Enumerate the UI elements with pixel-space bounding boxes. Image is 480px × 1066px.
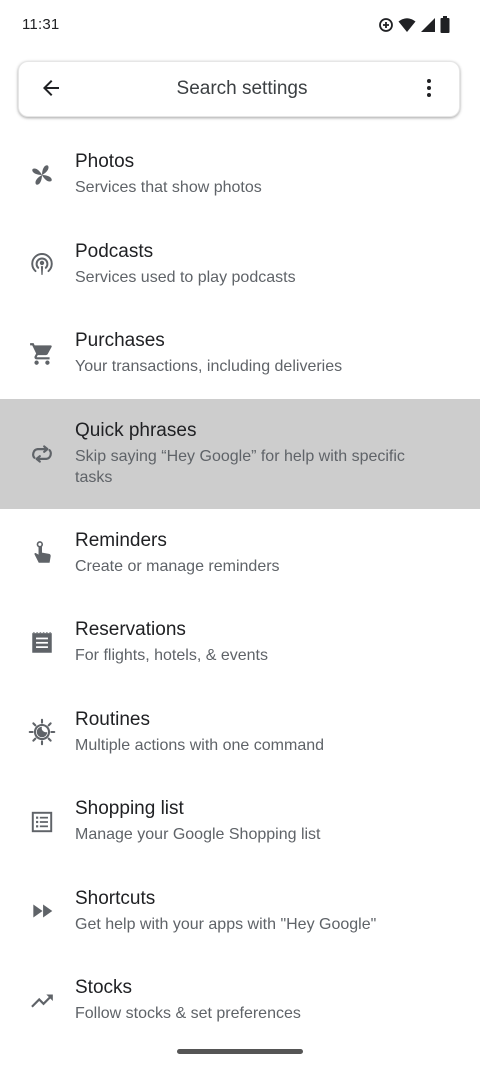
- pinwheel-icon: [28, 161, 56, 189]
- list-item-shopping-list[interactable]: Shopping list Manage your Google Shoppin…: [0, 777, 480, 867]
- list-item-photos[interactable]: Photos Services that show photos: [0, 130, 480, 220]
- item-title: Reservations: [75, 619, 186, 640]
- item-title: Shortcuts: [75, 887, 156, 909]
- list-item-podcasts[interactable]: Podcasts Services used to play podcasts: [0, 220, 480, 310]
- item-title: Reminders: [75, 529, 167, 551]
- item-title: Purchases: [75, 330, 165, 351]
- list-item-reminders[interactable]: Reminders Create or manage reminders: [0, 509, 480, 599]
- search-input[interactable]: [89, 62, 395, 116]
- item-title: Shopping list: [75, 798, 184, 819]
- item-subtitle: Manage your Google Shopping list: [75, 826, 321, 843]
- item-title: Podcasts: [75, 240, 154, 262]
- battery-icon: [440, 16, 450, 33]
- routines-icon: [28, 718, 56, 746]
- item-subtitle: Services used to play podcasts: [75, 268, 296, 286]
- cell-signal-icon: [420, 17, 436, 33]
- list-item-purchases[interactable]: Purchases Your transactions, including d…: [0, 309, 480, 399]
- more-options-button[interactable]: [415, 76, 443, 104]
- podcast-icon: [28, 250, 56, 278]
- quick-phrases-icon: [28, 440, 56, 468]
- list-item-shortcuts[interactable]: Shortcuts Get help with your apps with "…: [0, 867, 480, 957]
- list-item-quick-phrases[interactable]: Quick phrases Skip saying “Hey Google” f…: [0, 398, 480, 509]
- item-subtitle: Create or manage reminders: [75, 557, 280, 575]
- item-title: Routines: [75, 708, 150, 730]
- item-title: Photos: [75, 151, 135, 172]
- reminder-icon: [28, 539, 56, 567]
- gesture-nav-bar[interactable]: [177, 1049, 303, 1054]
- item-title: Quick phrases: [75, 419, 197, 441]
- list-item-reservations[interactable]: Reservations For flights, hotels, & even…: [0, 598, 480, 688]
- item-title: Stocks: [75, 977, 133, 998]
- status-icons: [378, 16, 450, 33]
- status-bar: 11:31: [0, 0, 480, 52]
- data-saver-icon: [378, 17, 394, 33]
- item-subtitle: Get help with your apps with "Hey Google…: [75, 915, 377, 933]
- back-button[interactable]: [37, 76, 65, 104]
- shopping-cart-icon: [28, 340, 56, 368]
- wifi-icon: [398, 17, 416, 33]
- list-item-routines[interactable]: Routines Multiple actions with one comma…: [0, 688, 480, 778]
- item-subtitle: Your transactions, including deliveries: [75, 358, 343, 375]
- trending-up-icon: [28, 987, 56, 1015]
- settings-list: Photos Services that show photos Podcast…: [0, 130, 480, 1046]
- fast-forward-icon: [28, 897, 56, 925]
- more-vert-icon: [417, 76, 441, 105]
- item-subtitle: Multiple actions with one command: [75, 736, 325, 754]
- item-subtitle: Follow stocks & set preferences: [75, 1005, 301, 1022]
- item-subtitle: Services that show photos: [75, 179, 262, 196]
- item-subtitle: For flights, hotels, & events: [75, 647, 268, 664]
- search-bar: [18, 61, 460, 117]
- status-time: 11:31: [22, 16, 60, 33]
- item-subtitle: Skip saying “Hey Google” for help with s…: [75, 447, 405, 486]
- receipt-icon: [28, 629, 56, 657]
- list-item-stocks[interactable]: Stocks Follow stocks & set preferences: [0, 956, 480, 1046]
- arrow-back-icon: [39, 76, 63, 105]
- list-icon: [28, 808, 56, 836]
